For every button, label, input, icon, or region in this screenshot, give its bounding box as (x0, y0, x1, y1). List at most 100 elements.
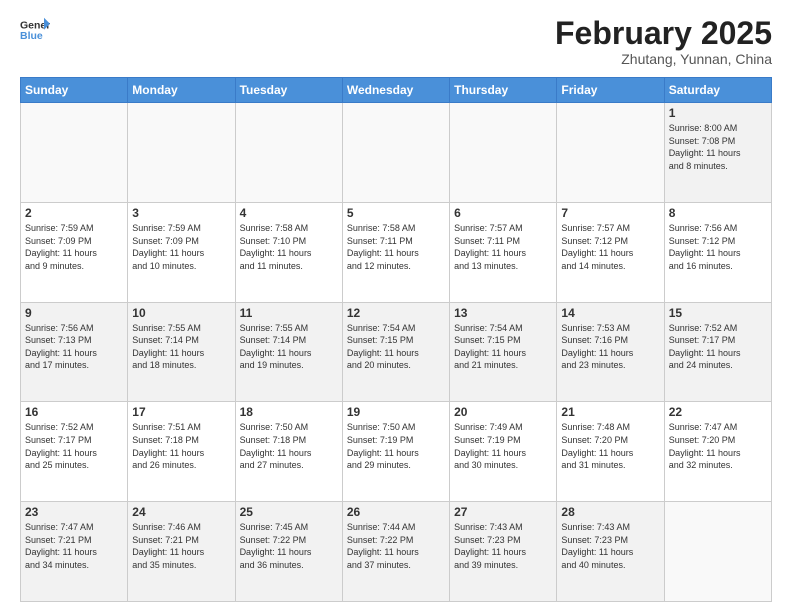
table-row: 2 Sunrise: 7:59 AM Sunset: 7:09 PM Daylig… (21, 202, 128, 302)
weekday-header-row: Sunday Monday Tuesday Wednesday Thursday… (21, 78, 772, 103)
header-wednesday: Wednesday (342, 78, 449, 103)
day-number: 26 (347, 505, 445, 519)
table-row: 13 Sunrise: 7:54 AM Sunset: 7:15 PM Dayli… (450, 302, 557, 402)
day-number: 28 (561, 505, 659, 519)
table-row (342, 103, 449, 203)
table-row: 28 Sunrise: 7:43 AM Sunset: 7:23 PM Dayli… (557, 502, 664, 602)
table-row: 8Sunrise: 7:56 AM Sunset: 7:12 PM Daylig… (664, 202, 771, 302)
table-row: 24 Sunrise: 7:46 AM Sunset: 7:21 PM Dayli… (128, 502, 235, 602)
table-row: 10 Sunrise: 7:55 AM Sunset: 7:14 PM Dayli… (128, 302, 235, 402)
day-info: Sunrise: 7:46 AM Sunset: 7:21 PM Dayligh… (132, 521, 230, 571)
header-thursday: Thursday (450, 78, 557, 103)
table-row: 21 Sunrise: 7:48 AM Sunset: 7:20 PM Dayli… (557, 402, 664, 502)
logo-icon: General Blue (20, 16, 50, 42)
day-number: 24 (132, 505, 230, 519)
day-info: Sunrise: 7:47 AM Sunset: 7:21 PM Dayligh… (25, 521, 123, 571)
day-info: Sunrise: 7:47 AM Sunset: 7:20 PM Dayligh… (669, 421, 767, 471)
table-row: 4 Sunrise: 7:58 AM Sunset: 7:10 PM Daylig… (235, 202, 342, 302)
location-subtitle: Zhutang, Yunnan, China (555, 51, 772, 67)
table-row (557, 103, 664, 203)
day-info: Sunrise: 7:56 AM Sunset: 7:12 PM Dayligh… (669, 222, 767, 272)
day-number: 9 (25, 306, 123, 320)
table-row (450, 103, 557, 203)
header-saturday: Saturday (664, 78, 771, 103)
table-row: 3 Sunrise: 7:59 AM Sunset: 7:09 PM Daylig… (128, 202, 235, 302)
day-info: Sunrise: 7:43 AM Sunset: 7:23 PM Dayligh… (561, 521, 659, 571)
day-number: 18 (240, 405, 338, 419)
table-row: 6 Sunrise: 7:57 AM Sunset: 7:11 PM Daylig… (450, 202, 557, 302)
day-info: Sunrise: 7:44 AM Sunset: 7:22 PM Dayligh… (347, 521, 445, 571)
day-number: 14 (561, 306, 659, 320)
day-info: Sunrise: 7:58 AM Sunset: 7:10 PM Dayligh… (240, 222, 338, 272)
day-info: Sunrise: 8:00 AM Sunset: 7:08 PM Dayligh… (669, 122, 767, 172)
day-number: 3 (132, 206, 230, 220)
table-row: 1Sunrise: 8:00 AM Sunset: 7:08 PM Daylig… (664, 103, 771, 203)
page: General Blue February 2025 Zhutang, Yunn… (0, 0, 792, 612)
day-number: 22 (669, 405, 767, 419)
header-sunday: Sunday (21, 78, 128, 103)
day-number: 4 (240, 206, 338, 220)
day-info: Sunrise: 7:52 AM Sunset: 7:17 PM Dayligh… (669, 322, 767, 372)
calendar-week-row: 1Sunrise: 8:00 AM Sunset: 7:08 PM Daylig… (21, 103, 772, 203)
day-info: Sunrise: 7:57 AM Sunset: 7:11 PM Dayligh… (454, 222, 552, 272)
day-info: Sunrise: 7:53 AM Sunset: 7:16 PM Dayligh… (561, 322, 659, 372)
day-info: Sunrise: 7:48 AM Sunset: 7:20 PM Dayligh… (561, 421, 659, 471)
day-info: Sunrise: 7:51 AM Sunset: 7:18 PM Dayligh… (132, 421, 230, 471)
day-info: Sunrise: 7:43 AM Sunset: 7:23 PM Dayligh… (454, 521, 552, 571)
table-row: 5 Sunrise: 7:58 AM Sunset: 7:11 PM Daylig… (342, 202, 449, 302)
calendar-week-row: 2 Sunrise: 7:59 AM Sunset: 7:09 PM Daylig… (21, 202, 772, 302)
day-info: Sunrise: 7:54 AM Sunset: 7:15 PM Dayligh… (347, 322, 445, 372)
day-number: 6 (454, 206, 552, 220)
table-row: 12 Sunrise: 7:54 AM Sunset: 7:15 PM Dayli… (342, 302, 449, 402)
table-row (21, 103, 128, 203)
header-monday: Monday (128, 78, 235, 103)
logo: General Blue (20, 16, 50, 42)
day-info: Sunrise: 7:49 AM Sunset: 7:19 PM Dayligh… (454, 421, 552, 471)
table-row: 14 Sunrise: 7:53 AM Sunset: 7:16 PM Dayli… (557, 302, 664, 402)
table-row: 16 Sunrise: 7:52 AM Sunset: 7:17 PM Dayli… (21, 402, 128, 502)
table-row (664, 502, 771, 602)
calendar-week-row: 9 Sunrise: 7:56 AM Sunset: 7:13 PM Daylig… (21, 302, 772, 402)
table-row: 11 Sunrise: 7:55 AM Sunset: 7:14 PM Dayli… (235, 302, 342, 402)
day-number: 17 (132, 405, 230, 419)
day-number: 12 (347, 306, 445, 320)
day-number: 25 (240, 505, 338, 519)
day-info: Sunrise: 7:56 AM Sunset: 7:13 PM Dayligh… (25, 322, 123, 372)
day-number: 19 (347, 405, 445, 419)
day-info: Sunrise: 7:50 AM Sunset: 7:19 PM Dayligh… (347, 421, 445, 471)
title-block: February 2025 Zhutang, Yunnan, China (555, 16, 772, 67)
table-row (128, 103, 235, 203)
table-row: 20 Sunrise: 7:49 AM Sunset: 7:19 PM Dayli… (450, 402, 557, 502)
day-info: Sunrise: 7:55 AM Sunset: 7:14 PM Dayligh… (132, 322, 230, 372)
header: General Blue February 2025 Zhutang, Yunn… (20, 16, 772, 67)
day-number: 13 (454, 306, 552, 320)
day-info: Sunrise: 7:54 AM Sunset: 7:15 PM Dayligh… (454, 322, 552, 372)
day-number: 27 (454, 505, 552, 519)
day-number: 21 (561, 405, 659, 419)
day-number: 11 (240, 306, 338, 320)
table-row: 17 Sunrise: 7:51 AM Sunset: 7:18 PM Dayli… (128, 402, 235, 502)
table-row: 25Sunrise: 7:45 AM Sunset: 7:22 PM Dayli… (235, 502, 342, 602)
table-row: 19 Sunrise: 7:50 AM Sunset: 7:19 PM Dayli… (342, 402, 449, 502)
day-number: 16 (25, 405, 123, 419)
table-row: 26 Sunrise: 7:44 AM Sunset: 7:22 PM Dayli… (342, 502, 449, 602)
day-number: 15 (669, 306, 767, 320)
day-number: 10 (132, 306, 230, 320)
day-info: Sunrise: 7:58 AM Sunset: 7:11 PM Dayligh… (347, 222, 445, 272)
day-number: 2 (25, 206, 123, 220)
day-number: 20 (454, 405, 552, 419)
day-number: 7 (561, 206, 659, 220)
calendar-table: Sunday Monday Tuesday Wednesday Thursday… (20, 77, 772, 602)
table-row: 23Sunrise: 7:47 AM Sunset: 7:21 PM Dayli… (21, 502, 128, 602)
day-info: Sunrise: 7:52 AM Sunset: 7:17 PM Dayligh… (25, 421, 123, 471)
day-number: 5 (347, 206, 445, 220)
table-row: 9 Sunrise: 7:56 AM Sunset: 7:13 PM Daylig… (21, 302, 128, 402)
svg-text:Blue: Blue (20, 30, 43, 42)
header-friday: Friday (557, 78, 664, 103)
table-row: 7Sunrise: 7:57 AM Sunset: 7:12 PM Daylig… (557, 202, 664, 302)
day-info: Sunrise: 7:59 AM Sunset: 7:09 PM Dayligh… (132, 222, 230, 272)
calendar-week-row: 23Sunrise: 7:47 AM Sunset: 7:21 PM Dayli… (21, 502, 772, 602)
month-title: February 2025 (555, 16, 772, 51)
day-info: Sunrise: 7:59 AM Sunset: 7:09 PM Dayligh… (25, 222, 123, 272)
day-info: Sunrise: 7:55 AM Sunset: 7:14 PM Dayligh… (240, 322, 338, 372)
